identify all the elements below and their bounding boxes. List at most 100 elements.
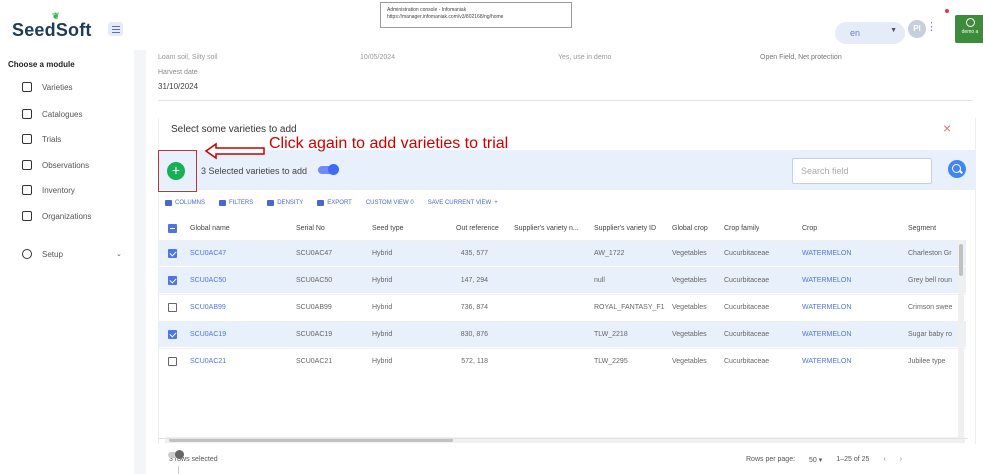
trial-date-value: 10/05/2024 bbox=[360, 54, 396, 61]
table-cell-global-name[interactable]: SCU0AC21 bbox=[190, 349, 226, 374]
column-header[interactable]: Global name bbox=[190, 218, 230, 238]
table-cell-family: Cucurbitaceae bbox=[724, 358, 770, 365]
table-cell-crop[interactable]: WATERMELON bbox=[802, 241, 851, 266]
table-cell-family: Cucurbitaceae bbox=[724, 277, 770, 284]
table-cell-segment: Charleston Gr bbox=[908, 250, 952, 257]
table-cell-sup-id: TLW_2218 bbox=[594, 331, 628, 338]
select-all-checkbox[interactable] bbox=[168, 218, 177, 238]
table-cell-global-name[interactable]: SCU0AB99 bbox=[190, 295, 226, 320]
density-button[interactable]: DENSITY bbox=[267, 200, 303, 206]
table-row[interactable]: SCU0AC21 SCU0AC21 Hybrid 572, 118 TLW_2295 Ve… bbox=[158, 348, 966, 374]
avatar[interactable]: PI bbox=[908, 20, 926, 38]
column-header[interactable]: Seed type bbox=[372, 218, 404, 238]
column-header[interactable]: Supplier's variety ID bbox=[594, 218, 656, 238]
column-header[interactable]: Serial No bbox=[296, 218, 325, 238]
grid-toolbar: COLUMNS FILTERS DENSITY EXPORT CUSTOM VI… bbox=[165, 200, 498, 206]
table-cell-serial: SCU0AC47 bbox=[296, 250, 333, 257]
column-header[interactable]: Segment bbox=[908, 218, 936, 238]
filters-label: FILTERS bbox=[229, 200, 254, 206]
column-header[interactable]: Global crop bbox=[672, 218, 708, 238]
notification-dot bbox=[945, 9, 949, 13]
sidebar-item-organizations[interactable]: Organizations bbox=[22, 209, 91, 223]
table-cell-crop[interactable]: WATERMELON bbox=[802, 295, 851, 320]
search-input[interactable]: Search field bbox=[792, 158, 932, 184]
density-label: DENSITY bbox=[277, 200, 304, 206]
table-cell-seed-type: Hybrid bbox=[372, 250, 393, 257]
table-cell-crop[interactable]: WATERMELON bbox=[802, 349, 851, 374]
language-select[interactable]: en ▼ bbox=[835, 22, 905, 44]
checked-checkbox-icon bbox=[168, 249, 177, 258]
show-selected-toggle[interactable] bbox=[318, 164, 339, 175]
column-header[interactable]: Crop family bbox=[724, 218, 759, 238]
export-button[interactable]: EXPORT bbox=[317, 200, 352, 206]
save-view-button[interactable]: SAVE CURRENT VIEW + bbox=[428, 200, 498, 206]
search-icon[interactable] bbox=[948, 160, 966, 178]
column-header[interactable]: Crop bbox=[802, 218, 817, 238]
more-menu-icon[interactable]: ⋮ bbox=[926, 20, 937, 40]
table-cell-out-ref: 572, 118 bbox=[461, 358, 488, 365]
row-checkbox[interactable] bbox=[168, 349, 177, 374]
menu-icon-line bbox=[111, 25, 120, 27]
sidebar-item-observations[interactable]: Observations bbox=[22, 158, 89, 172]
table-cell-seed-type: Hybrid bbox=[372, 277, 393, 284]
columns-button[interactable]: COLUMNS bbox=[165, 200, 205, 206]
table-cell-global-crop: Vegetables bbox=[672, 277, 707, 284]
divider bbox=[158, 100, 973, 101]
language-value: en bbox=[850, 28, 861, 38]
sidebar-item-catalogues[interactable]: Catalogues bbox=[22, 107, 82, 121]
row-checkbox[interactable] bbox=[168, 268, 177, 293]
next-section-card bbox=[158, 438, 968, 474]
unchecked-checkbox-icon bbox=[168, 357, 177, 366]
vertical-scrollbar[interactable] bbox=[958, 240, 964, 440]
table-cell-family: Cucurbitaceae bbox=[724, 250, 770, 257]
table-cell-sup-id: null bbox=[594, 277, 605, 284]
column-header[interactable]: Out reference bbox=[456, 218, 499, 238]
table-cell-global-crop: Vegetables bbox=[672, 331, 707, 338]
table-cell-sup-id: ROYAL_FANTASY_F1 bbox=[594, 304, 665, 311]
checked-checkbox-icon bbox=[168, 276, 177, 285]
sidebar-item-trials[interactable]: Trials bbox=[22, 132, 61, 146]
table-row[interactable]: SCU0AB99 SCU0AB99 Hybrid 736, 874 ROYAL_FANT… bbox=[158, 294, 966, 320]
table-cell-sup-id: AW_1722 bbox=[594, 250, 625, 257]
tooltip-url: https://manager.infomaniak.com/v3/802168… bbox=[387, 14, 504, 20]
table-cell-global-crop: Vegetables bbox=[672, 358, 707, 365]
column-header[interactable]: Supplier's variety n... bbox=[514, 218, 579, 238]
table-cell-global-crop: Vegetables bbox=[672, 304, 707, 311]
table-cell-segment: Crimson swee bbox=[908, 304, 953, 311]
row-checkbox[interactable] bbox=[168, 295, 177, 320]
sidebar-item-setup[interactable]: Setup ⌄ bbox=[22, 247, 126, 261]
sidebar-item-label: Varieties bbox=[42, 82, 73, 92]
sidebar-item-label: Observations bbox=[42, 160, 90, 170]
table-cell-crop[interactable]: WATERMELON bbox=[802, 268, 851, 293]
table-row[interactable]: SCU0AC50 SCU0AC50 Hybrid 147, 294 null Vegeta… bbox=[158, 267, 966, 293]
demo-badge[interactable]: demo a bbox=[955, 15, 983, 43]
menu-toggle-button[interactable] bbox=[108, 22, 123, 36]
checked-checkbox-icon bbox=[168, 330, 177, 339]
chevron-down-icon: ⌄ bbox=[116, 251, 122, 258]
table-row[interactable]: SCU0AC47 SCU0AC47 Hybrid 435, 577 AW_1722 Veg… bbox=[158, 240, 966, 266]
close-icon[interactable]: × bbox=[943, 120, 951, 136]
sidebar-item-varieties[interactable]: Varieties bbox=[22, 80, 73, 94]
filters-button[interactable]: FILTERS bbox=[219, 200, 253, 206]
table-cell-global-name[interactable]: SCU0AC50 bbox=[190, 268, 226, 293]
row-checkbox[interactable] bbox=[168, 241, 177, 266]
custom-view-button[interactable]: CUSTOM VIEW 0 bbox=[366, 200, 414, 206]
trial-icon bbox=[22, 134, 32, 144]
section-toggle[interactable] bbox=[168, 450, 184, 459]
row-checkbox[interactable] bbox=[168, 322, 177, 347]
table-cell-global-name[interactable]: SCU0AC47 bbox=[190, 241, 226, 266]
table-row[interactable]: SCU0AC19 SCU0AC19 Hybrid 830, 876 TLW_2218 Ve… bbox=[158, 321, 966, 347]
divider bbox=[178, 466, 179, 474]
table-cell-serial: SCU0AC19 bbox=[296, 331, 333, 338]
menu-icon-line bbox=[111, 28, 120, 30]
scrollbar-thumb[interactable] bbox=[959, 244, 963, 276]
sidebar-item-inventory[interactable]: Inventory bbox=[22, 183, 75, 197]
annotation-highlight-box bbox=[158, 150, 197, 192]
app-logo[interactable]: SeedSoft ❦ bbox=[12, 11, 92, 41]
table-cell-serial: SCU0AC21 bbox=[296, 358, 333, 365]
table-cell-out-ref: 830, 876 bbox=[460, 331, 488, 338]
table-cell-global-name[interactable]: SCU0AC19 bbox=[190, 322, 226, 347]
sidebar-item-label: Trials bbox=[42, 134, 62, 144]
table-cell-crop[interactable]: WATERMELON bbox=[802, 322, 851, 347]
chevron-down-icon: ▼ bbox=[890, 27, 897, 34]
